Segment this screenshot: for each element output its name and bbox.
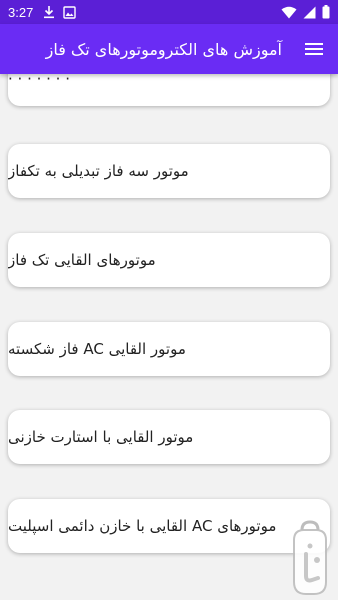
battery-icon — [322, 5, 330, 19]
status-time: 3:27 — [8, 4, 34, 20]
status-bar: 3:27 — [0, 0, 338, 24]
watermark-logo-icon — [293, 520, 327, 595]
signal-icon — [303, 6, 316, 18]
menu-button[interactable] — [290, 24, 338, 74]
list-item-label: موتور القایی با استارت خازنی — [8, 428, 194, 446]
list-item-label: موتورهای القایی تک فاز — [8, 251, 156, 269]
download-icon — [44, 6, 55, 19]
list-item-label: · · · · · · · — [8, 74, 70, 88]
app-title: آموزش های الکتروموتورهای تک فاز — [45, 39, 282, 59]
list-item-label: موتورهای AC القایی با خازن دائمی اسپلیت — [8, 517, 277, 535]
image-icon — [63, 5, 77, 19]
list-item-partial[interactable]: · · · · · · · — [8, 74, 330, 106]
list-item[interactable]: موتور القایی AC فاز شکسته — [8, 322, 330, 376]
list-item[interactable]: موتور سه فاز تبدیلی به تکفاز — [8, 144, 330, 198]
list-item-label: موتور سه فاز تبدیلی به تکفاز — [8, 162, 189, 180]
list-item-label: موتور القایی AC فاز شکسته — [8, 340, 186, 358]
hamburger-menu-icon — [305, 43, 323, 55]
app-bar: آموزش های الکتروموتورهای تک فاز — [0, 24, 338, 74]
list-item[interactable]: موتور القایی با استارت خازنی — [8, 410, 330, 464]
list-item[interactable]: موتورهای AC القایی با خازن دائمی اسپلیت — [8, 499, 330, 553]
wifi-icon — [281, 6, 297, 18]
list-item[interactable]: موتورهای القایی تک فاز — [8, 233, 330, 287]
